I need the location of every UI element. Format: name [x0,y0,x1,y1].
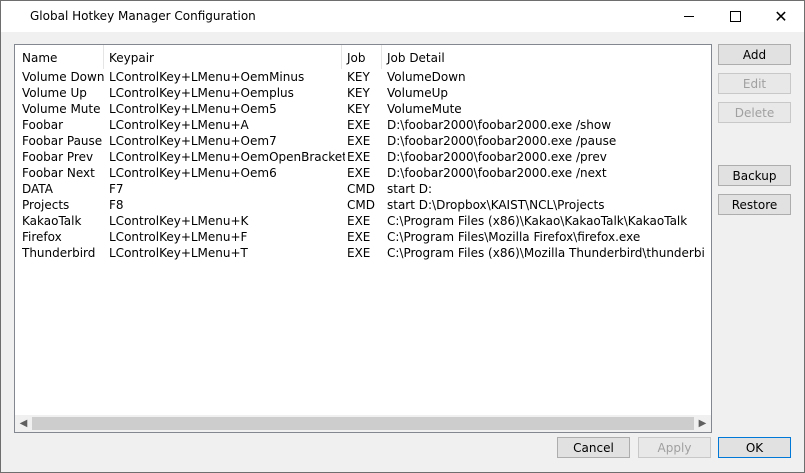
keypair-cell: LControlKey+LMenu+Oemplus [109,86,294,100]
name-cell: DATA [22,182,53,196]
job-cell: KEY [347,102,370,116]
table-row[interactable]: Foobar Next LControlKey+LMenu+Oem6 EXE D:\f… [15,165,711,181]
table-row[interactable]: KakaoTalk LControlKey+LMenu+K EXE C:\Progra… [15,213,711,229]
table-row[interactable]: Projects F8 CMD start D:\Dropbox\KAIST\NCL\… [15,197,711,213]
table-row[interactable]: Volume Up LControlKey+LMenu+Oemplus KEY Vol… [15,85,711,101]
keypair-cell: LControlKey+LMenu+K [109,214,249,228]
hotkey-list[interactable]: Name Keypair Job Job Detail Volume Down L… [14,44,712,433]
table-row[interactable]: Foobar Prev LControlKey+LMenu+OemOpenBrac… [15,149,711,165]
minimize-icon [684,16,694,17]
table-row[interactable]: Volume Down LControlKey+LMenu+OemMinus KEY… [15,69,711,85]
window-title: Global Hotkey Manager Configuration [30,9,256,23]
keypair-cell: LControlKey+LMenu+F [109,230,248,244]
job-detail-cell: D:\foobar2000\foobar2000.exe /prev [387,150,607,164]
keypair-cell: LControlKey+LMenu+Oem5 [109,102,277,116]
delete-button[interactable]: Delete [718,102,791,123]
table-row[interactable]: Foobar LControlKey+LMenu+A EXE D:\foobar200… [15,117,711,133]
job-cell: EXE [347,118,371,132]
keypair-cell: LControlKey+LMenu+T [109,246,248,260]
column-header-keypair[interactable]: Keypair [109,51,154,65]
apply-button[interactable]: Apply [638,437,711,458]
ok-button[interactable]: OK [718,437,791,458]
column-separator[interactable] [381,45,382,69]
name-cell: Foobar Next [22,166,95,180]
job-detail-cell: C:\Program Files\Mozilla Firefox\firefox… [387,230,641,244]
job-detail-cell: C:\Program Files (x86)\Mozilla Thunderbi… [387,246,705,260]
keypair-cell: F8 [109,198,124,212]
job-cell: KEY [347,70,370,84]
job-detail-cell: D:\foobar2000\foobar2000.exe /show [387,118,612,132]
keypair-cell: LControlKey+LMenu+Oem7 [109,134,277,148]
job-cell: EXE [347,230,371,244]
name-cell: Thunderbird [22,246,96,260]
edit-button[interactable]: Edit [718,73,791,94]
cancel-button[interactable]: Cancel [557,437,630,458]
scroll-right-icon[interactable]: ▶ [694,415,711,432]
table-row[interactable]: Volume Mute LControlKey+LMenu+Oem5 KEY Volu… [15,101,711,117]
horizontal-scrollbar[interactable]: ◀ ▶ [15,415,711,432]
column-separator[interactable] [341,45,342,69]
list-header: Name Keypair Job Job Detail [15,45,711,69]
job-cell: EXE [347,134,371,148]
keypair-cell: LControlKey+LMenu+OemOpenBrackets [109,150,345,164]
job-cell: CMD [347,198,375,212]
table-row[interactable]: Foobar Pause LControlKey+LMenu+Oem7 EXE D:\… [15,133,711,149]
column-header-name[interactable]: Name [22,51,57,65]
table-row[interactable]: DATA F7 CMD start D: [15,181,711,197]
add-button[interactable]: Add [718,44,791,65]
keypair-cell: F7 [109,182,124,196]
close-icon: ✕ [774,6,788,26]
name-cell: Projects [22,198,70,212]
keypair-cell: LControlKey+LMenu+A [109,118,249,132]
minimize-button[interactable] [666,1,712,32]
table-row[interactable]: Thunderbird LControlKey+LMenu+T EXE C:\Prog… [15,245,711,261]
name-cell: Foobar [22,118,64,132]
column-header-job[interactable]: Job [347,51,366,65]
job-detail-cell: VolumeMute [387,102,462,116]
job-cell: EXE [347,166,371,180]
name-cell: Volume Down [22,70,105,84]
job-cell: EXE [347,150,371,164]
close-button[interactable]: ✕ [758,1,804,32]
job-detail-cell: start D: [387,182,433,196]
name-cell: Foobar Prev [22,150,94,164]
job-cell: CMD [347,182,375,196]
list-rows: Volume Down LControlKey+LMenu+OemMinus KEY… [15,69,711,261]
column-separator[interactable] [103,45,104,69]
name-cell: Volume Up [22,86,87,100]
job-cell: EXE [347,214,371,228]
job-detail-cell: VolumeDown [387,70,466,84]
keypair-cell: LControlKey+LMenu+Oem6 [109,166,277,180]
name-cell: Firefox [22,230,62,244]
job-detail-cell: C:\Program Files (x86)\Kakao\KakaoTalk\K… [387,214,688,228]
job-cell: EXE [347,246,371,260]
backup-button[interactable]: Backup [718,165,791,186]
keypair-cell: LControlKey+LMenu+OemMinus [109,70,305,84]
config-window: Global Hotkey Manager Configuration ✕ Na… [0,0,805,473]
job-detail-cell: D:\foobar2000\foobar2000.exe /next [387,166,607,180]
maximize-button[interactable] [712,1,758,32]
job-detail-cell: start D:\Dropbox\KAIST\NCL\Projects [387,198,605,212]
maximize-icon [729,11,741,22]
job-cell: KEY [347,86,370,100]
scrollbar-thumb[interactable] [32,417,694,430]
job-detail-cell: D:\foobar2000\foobar2000.exe /pause [387,134,617,148]
column-header-job-detail[interactable]: Job Detail [387,51,445,65]
name-cell: Foobar Pause [22,134,103,148]
title-bar[interactable]: Global Hotkey Manager Configuration ✕ [1,1,804,32]
name-cell: KakaoTalk [22,214,82,228]
job-detail-cell: VolumeUp [387,86,449,100]
name-cell: Volume Mute [22,102,101,116]
restore-button[interactable]: Restore [718,194,791,215]
scroll-left-icon[interactable]: ◀ [15,415,32,432]
table-row[interactable]: Firefox LControlKey+LMenu+F EXE C:\Program … [15,229,711,245]
